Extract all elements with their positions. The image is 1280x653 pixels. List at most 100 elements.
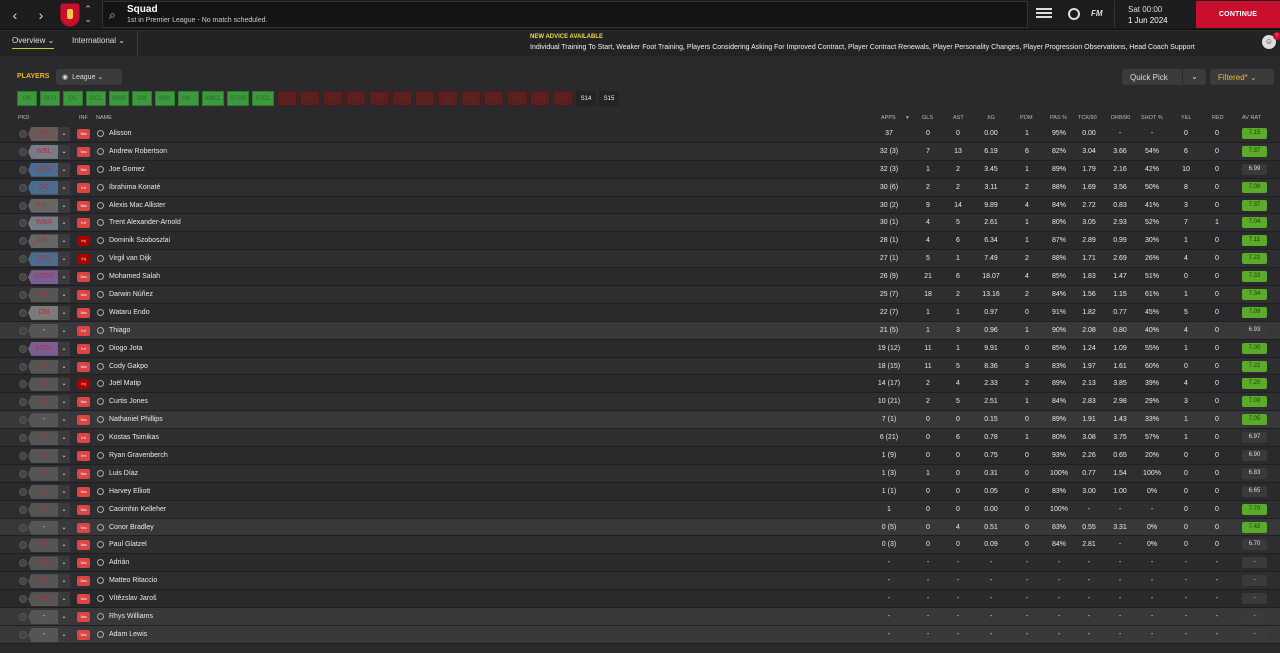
position-filter-s7[interactable]: S7 [415, 91, 435, 106]
forward-icon[interactable]: › [30, 0, 52, 30]
chevron-down-icon[interactable]: ⌄ [58, 484, 70, 499]
chevron-down-icon[interactable]: ⌄ [58, 198, 70, 213]
player-name[interactable]: Dominik Szoboszlai [109, 232, 170, 249]
league-dropdown[interactable]: ◉ League ⌄ [56, 69, 122, 85]
tab-international[interactable]: International ⌄ [72, 36, 125, 45]
player-name[interactable]: Luis Díaz [109, 465, 138, 482]
position-selector[interactable]: AM... ⌄ [28, 198, 70, 213]
chevron-down-icon[interactable]: ⌄ [1182, 69, 1206, 85]
info-badge[interactable]: Vac [77, 146, 90, 157]
position-selector[interactable]: S13 ⌄ [28, 592, 70, 607]
chevron-down-icon[interactable]: ⌄ [58, 323, 70, 338]
table-row[interactable]: - ⌄ Int Thiago 21 (5) 1 3 0.96 1 90% 2.08 0.80 40% 4 0… [0, 321, 1280, 340]
chevron-down-icon[interactable]: ⌄ [58, 610, 70, 625]
position-selector[interactable]: S3 ⌄ [28, 377, 70, 392]
table-row[interactable]: S12 ⌄ Vac Matteo Ritaccio - - - - - - - - - - - - [0, 572, 1280, 591]
table-row[interactable]: S1 ⌄ Vac Darwin Núñez 25 (7) 18 2 13.16 2 84% 1.56… [0, 286, 1280, 304]
position-selector[interactable]: DCL ⌄ [28, 252, 70, 267]
table-row[interactable]: DCL ⌄ Inj Virgil van Dijk 27 (1) 5 1 7.49 2 88% 1.… [0, 250, 1280, 269]
col-avrat[interactable]: AV RAT [1242, 115, 1261, 121]
info-badge[interactable]: Vac [77, 612, 90, 623]
col-pas[interactable]: PAS % [1050, 115, 1067, 121]
table-row[interactable]: S10 ⌄ Vac Paul Glatzel 0 (3) 0 0 0.09 0 84% 2.81 - 0… [0, 536, 1280, 555]
player-name[interactable]: Diogo Jota [109, 340, 142, 357]
pick-checkbox[interactable] [19, 613, 27, 622]
table-row[interactable]: S3 ⌄ Inj Joël Matip 14 (17) 2 4 2.33 2 89% 2.13 3.8… [0, 375, 1280, 394]
pick-checkbox[interactable] [19, 165, 27, 174]
table-row[interactable]: S7 ⌄ Vac Luis Díaz 1 (3) 1 0 0.31 0 100% 0.77 1.54 1… [0, 464, 1280, 483]
col-shot[interactable]: SHOT % [1141, 115, 1163, 121]
chevron-down-icon[interactable]: ⌄ [58, 466, 70, 481]
table-row[interactable]: DC ⌄ Int Ibrahima Konaté 30 (6) 2 2 3.11 2 88% 1.6… [0, 178, 1280, 197]
position-filter-s1[interactable]: S1 [277, 91, 297, 106]
info-badge[interactable]: Vac [77, 397, 90, 408]
table-row[interactable]: S13 ⌄ Vac Vítězslav Jaroš - - - - - - - - - - - - [0, 590, 1280, 609]
table-row[interactable]: DCR ⌄ Vac Joe Gomez 32 (3) 1 2 3.45 1 89% 1.79 2.16… [0, 161, 1280, 179]
chevron-down-icon[interactable]: ⌄ [58, 431, 70, 446]
position-selector[interactable]: GK ⌄ [28, 127, 70, 141]
chevron-down-icon[interactable]: ⌄ [58, 574, 70, 589]
position-selector[interactable]: S7 ⌄ [28, 466, 70, 481]
position-filter-s11[interactable]: S11 [507, 91, 527, 106]
info-badge[interactable]: Vac [77, 576, 90, 587]
info-badge[interactable]: Inj [77, 236, 90, 247]
col-tck[interactable]: TCK/90 [1078, 115, 1097, 121]
club-crest-icon[interactable] [60, 3, 80, 27]
info-badge[interactable]: Vac [77, 522, 90, 533]
player-name[interactable]: Virgil van Dijk [109, 250, 151, 267]
chevron-down-icon[interactable]: ⌄ [58, 234, 70, 249]
info-badge[interactable]: Vac [77, 272, 90, 283]
col-ast[interactable]: AST [953, 115, 964, 121]
table-row[interactable]: AM... ⌄ Vac Alexis Mac Allister 30 (2) 9 14 9.8… [0, 197, 1280, 215]
advice-title[interactable]: NEW ADVICE AVAILABLE [530, 34, 603, 40]
tab-overview[interactable]: Overview ⌄ [12, 36, 55, 49]
search-bar[interactable]: ⌕ Squad 1st in Premier League - No match… [102, 1, 1028, 28]
info-badge[interactable]: Vac [77, 486, 90, 497]
pick-checkbox[interactable] [19, 237, 27, 246]
pick-checkbox[interactable] [19, 326, 27, 335]
info-badge[interactable]: Inj [77, 254, 90, 265]
player-name[interactable]: Paul Glatzel [109, 536, 147, 553]
table-row[interactable]: S9 ⌄ Vac Caoimhin Kelleher 1 0 0 0.00 0 100% - - - 0 0… [0, 500, 1280, 519]
position-filter-stcl[interactable]: STCL [252, 91, 274, 106]
position-selector[interactable]: S6 ⌄ [28, 449, 70, 464]
player-name[interactable]: Rhys Williams [109, 608, 153, 625]
player-name[interactable]: Cody Gakpo [109, 358, 148, 375]
chevron-down-icon[interactable]: ⌄ [58, 288, 70, 303]
position-filter-s12[interactable]: S12 [530, 91, 550, 106]
info-badge[interactable]: Vac [77, 629, 90, 640]
position-selector[interactable]: STCL ⌄ [28, 341, 70, 356]
col-apps[interactable]: APPS [881, 115, 896, 121]
info-badge[interactable]: Int [77, 433, 90, 444]
info-badge[interactable]: Vac [77, 361, 90, 372]
chevron-down-icon[interactable]: ⌄ [58, 359, 70, 374]
table-row[interactable]: S2 ⌄ Vac Cody Gakpo 18 (15) 11 5 8.36 3 83% 1.97 1.… [0, 357, 1280, 376]
position-filter-s3[interactable]: S3 [323, 91, 343, 106]
player-name[interactable]: Curtis Jones [109, 393, 148, 410]
table-row[interactable]: WBR ⌄ Int Trent Alexander-Arnold 30 (1) 4 5 2.6… [0, 214, 1280, 233]
menu-icon[interactable] [1036, 6, 1052, 22]
info-badge[interactable]: Int [77, 451, 90, 462]
football-icon[interactable] [1068, 8, 1080, 20]
player-name[interactable]: Kostas Tsimikas [109, 429, 159, 446]
position-selector[interactable]: DM ⌄ [28, 305, 70, 320]
position-filter-s9[interactable]: S9 [461, 91, 481, 106]
position-filter-am[interactable]: AM... [178, 91, 199, 106]
position-filter-dc[interactable]: DC [63, 91, 83, 106]
info-badge[interactable]: Vac [77, 164, 90, 175]
info-badge[interactable]: Int [77, 218, 90, 229]
position-selector[interactable]: S11 ⌄ [28, 556, 70, 571]
table-row[interactable]: S5 ⌄ Int Kostas Tsimikas 6 (21) 0 6 0.78 1 80% 3.0… [0, 429, 1280, 448]
chevron-down-icon[interactable]: ⌄ [58, 305, 70, 320]
position-filter-wbl[interactable]: WBL [155, 91, 175, 106]
position-selector[interactable]: S2 ⌄ [28, 359, 70, 374]
table-row[interactable]: GK ⌄ Vac Alisson 37 0 0 0.00 1 95% 0.00 - - 0 0 7.15 [0, 125, 1280, 143]
pick-checkbox[interactable] [19, 255, 27, 264]
player-name[interactable]: Conor Bradley [109, 519, 154, 536]
position-filter-s10[interactable]: S10 [484, 91, 504, 106]
table-row[interactable]: STCR ⌄ Vac Mohamed Salah 26 (9) 21 6 18.07 4 85% 1… [0, 268, 1280, 287]
chevron-down-icon[interactable]: ⌄ [58, 341, 70, 356]
info-badge[interactable]: Vac [77, 200, 90, 211]
player-name[interactable]: Darwin Núñez [109, 286, 153, 303]
info-badge[interactable]: Inj [77, 379, 90, 390]
